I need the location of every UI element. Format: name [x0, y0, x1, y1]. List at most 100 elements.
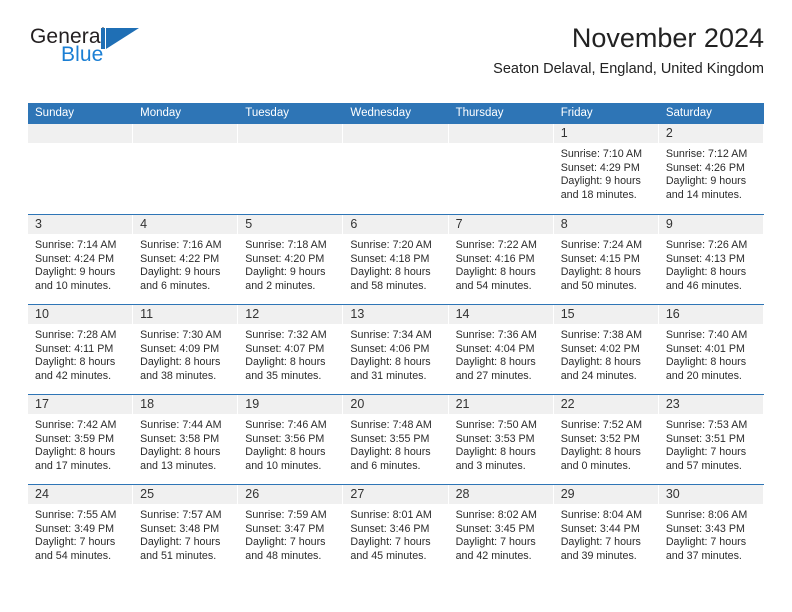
- calendar-day-cell[interactable]: 11 Sunrise: 7:30 AM Sunset: 4:09 PM Dayligh…: [133, 305, 239, 394]
- calendar-day-cell[interactable]: 25 Sunrise: 7:57 AM Sunset: 3:48 PM Dayligh…: [133, 485, 239, 574]
- location-subtitle: Seaton Delaval, England, United Kingdom: [493, 61, 764, 78]
- day-detail-line: Sunset: 4:26 PM: [665, 161, 745, 174]
- calendar-day-cell[interactable]: 7 Sunrise: 7:22 AM Sunset: 4:16 PM Daylight…: [448, 215, 554, 304]
- calendar-day-cell[interactable]: 29 Sunrise: 8:04 AM Sunset: 3:44 PM Dayligh…: [553, 485, 659, 574]
- day-detail-line: Sunset: 3:51 PM: [665, 432, 745, 445]
- calendar-day-cell[interactable]: 5 Sunrise: 7:18 AM Sunset: 4:20 PM Daylight…: [238, 215, 344, 304]
- day-detail-line: Daylight: 8 hours: [140, 356, 221, 369]
- calendar-day-cell[interactable]: 8 Sunrise: 7:24 AM Sunset: 4:15 PM Daylight…: [553, 215, 659, 304]
- calendar-day-cell[interactable]: 24 Sunrise: 7:55 AM Sunset: 3:49 PM Dayligh…: [28, 485, 134, 574]
- calendar-day-cell[interactable]: 28 Sunrise: 8:02 AM Sunset: 3:45 PM Dayligh…: [448, 485, 554, 574]
- day-detail-line: Sunset: 4:04 PM: [455, 342, 535, 355]
- brand-logo[interactable]: General Blue: [30, 26, 210, 74]
- day-detail-line: and 35 minutes.: [245, 369, 322, 382]
- weekday-header-friday: Friday: [560, 107, 593, 119]
- day-detail-line: Sunset: 3:56 PM: [245, 432, 325, 445]
- day-number: 24: [28, 485, 133, 504]
- calendar-day-cell-empty: [238, 124, 344, 214]
- calendar-day-cell[interactable]: 17 Sunrise: 7:42 AM Sunset: 3:59 PM Dayligh…: [28, 395, 134, 484]
- calendar-day-cell[interactable]: 6 Sunrise: 7:20 AM Sunset: 4:18 PM Daylight…: [343, 215, 449, 304]
- day-detail-line: and 37 minutes.: [665, 549, 742, 562]
- day-details: Sunrise: 7:18 AM Sunset: 4:20 PM Daylight:…: [238, 234, 342, 293]
- day-detail-line: Sunrise: 7:32 AM: [245, 329, 327, 341]
- day-detail-line: Daylight: 9 hours: [245, 266, 326, 279]
- calendar-day-cell[interactable]: 23 Sunrise: 7:53 AM Sunset: 3:51 PM Dayligh…: [658, 395, 764, 484]
- day-detail-line: Daylight: 7 hours: [455, 536, 536, 549]
- calendar-day-cell[interactable]: 22 Sunrise: 7:52 AM Sunset: 3:52 PM Dayligh…: [553, 395, 659, 484]
- day-detail-line: and 10 minutes.: [245, 459, 322, 472]
- day-detail-line: Sunrise: 7:20 AM: [350, 239, 432, 251]
- calendar-day-cell[interactable]: 9 Sunrise: 7:26 AM Sunset: 4:13 PM Daylight…: [658, 215, 764, 304]
- day-detail-line: and 54 minutes.: [35, 549, 112, 562]
- day-details: Sunrise: 7:53 AM Sunset: 3:51 PM Daylight:…: [659, 414, 763, 473]
- day-detail-line: Sunrise: 8:01 AM: [350, 509, 432, 521]
- calendar-week-row: 24 Sunrise: 7:55 AM Sunset: 3:49 PM Dayligh…: [28, 484, 764, 574]
- day-number: 20: [343, 395, 448, 414]
- day-details: [28, 143, 132, 148]
- calendar-day-cell[interactable]: 26 Sunrise: 7:59 AM Sunset: 3:47 PM Dayligh…: [238, 485, 344, 574]
- weekday-header-monday: Monday: [140, 107, 182, 119]
- day-details: Sunrise: 7:52 AM Sunset: 3:52 PM Daylight:…: [554, 414, 658, 473]
- calendar-day-cell[interactable]: 3 Sunrise: 7:14 AM Sunset: 4:24 PM Daylight…: [28, 215, 134, 304]
- calendar-day-cell[interactable]: 10 Sunrise: 7:28 AM Sunset: 4:11 PM Dayligh…: [28, 305, 134, 394]
- day-detail-line: and 0 minutes.: [560, 459, 631, 472]
- day-number: 11: [133, 305, 238, 324]
- day-number: 19: [238, 395, 343, 414]
- calendar-day-cell[interactable]: 1 Sunrise: 7:10 AM Sunset: 4:29 PM Daylight…: [553, 124, 659, 214]
- day-number: 9: [658, 215, 763, 234]
- calendar-day-cell[interactable]: 15 Sunrise: 7:38 AM Sunset: 4:02 PM Dayligh…: [553, 305, 659, 394]
- calendar-week-row: 1 Sunrise: 7:10 AM Sunset: 4:29 PM Daylight…: [28, 124, 764, 214]
- calendar-weeks: 1 Sunrise: 7:10 AM Sunset: 4:29 PM Daylight…: [28, 124, 764, 574]
- day-detail-line: Sunset: 3:49 PM: [35, 522, 115, 535]
- day-detail-line: and 48 minutes.: [245, 549, 322, 562]
- day-detail-line: Daylight: 7 hours: [350, 536, 431, 549]
- page-header: General Blue November 2024 Seaton Delava…: [28, 0, 764, 78]
- calendar-day-cell[interactable]: 18 Sunrise: 7:44 AM Sunset: 3:58 PM Dayligh…: [133, 395, 239, 484]
- day-detail-line: Sunrise: 7:40 AM: [665, 329, 748, 341]
- calendar-day-cell[interactable]: 21 Sunrise: 7:50 AM Sunset: 3:53 PM Dayligh…: [448, 395, 554, 484]
- day-details: Sunrise: 7:38 AM Sunset: 4:02 PM Daylight:…: [554, 324, 658, 383]
- day-detail-line: Sunset: 3:53 PM: [455, 432, 535, 445]
- day-detail-line: and 38 minutes.: [140, 369, 217, 382]
- day-number: 28: [448, 485, 553, 504]
- day-detail-line: Daylight: 8 hours: [455, 356, 536, 369]
- day-detail-line: Sunset: 4:24 PM: [35, 252, 115, 265]
- day-detail-line: and 31 minutes.: [350, 369, 427, 382]
- day-details: Sunrise: 7:40 AM Sunset: 4:01 PM Daylight:…: [659, 324, 763, 383]
- day-details: Sunrise: 7:16 AM Sunset: 4:22 PM Daylight:…: [133, 234, 237, 293]
- calendar-day-cell[interactable]: 27 Sunrise: 8:01 AM Sunset: 3:46 PM Dayligh…: [343, 485, 449, 574]
- day-number: 23: [658, 395, 763, 414]
- calendar-day-cell[interactable]: 20 Sunrise: 7:48 AM Sunset: 3:55 PM Dayligh…: [343, 395, 449, 484]
- day-details: Sunrise: 7:44 AM Sunset: 3:58 PM Daylight:…: [133, 414, 237, 473]
- day-detail-line: Sunrise: 7:34 AM: [350, 329, 432, 341]
- calendar-day-cell[interactable]: 16 Sunrise: 7:40 AM Sunset: 4:01 PM Dayligh…: [658, 305, 764, 394]
- day-detail-line: Daylight: 8 hours: [140, 446, 221, 459]
- day-detail-line: and 42 minutes.: [35, 369, 112, 382]
- day-number: 2: [658, 124, 763, 143]
- day-detail-line: Sunrise: 7:50 AM: [455, 419, 537, 431]
- day-details: Sunrise: 7:14 AM Sunset: 4:24 PM Daylight:…: [28, 234, 132, 293]
- calendar-day-cell[interactable]: 30 Sunrise: 8:06 AM Sunset: 3:43 PM Dayligh…: [658, 485, 764, 574]
- day-details: Sunrise: 7:48 AM Sunset: 3:55 PM Daylight:…: [343, 414, 447, 473]
- day-details: Sunrise: 8:02 AM Sunset: 3:45 PM Daylight:…: [449, 504, 553, 563]
- day-details: [133, 143, 237, 148]
- day-detail-line: Sunset: 4:06 PM: [350, 342, 430, 355]
- day-detail-line: Daylight: 8 hours: [665, 266, 747, 279]
- day-detail-line: Sunset: 3:45 PM: [455, 522, 535, 535]
- day-detail-line: Daylight: 8 hours: [350, 446, 431, 459]
- day-detail-line: Daylight: 8 hours: [455, 446, 536, 459]
- day-detail-line: Daylight: 8 hours: [665, 356, 747, 369]
- calendar-day-cell[interactable]: 13 Sunrise: 7:34 AM Sunset: 4:06 PM Dayligh…: [343, 305, 449, 394]
- calendar-day-cell[interactable]: 19 Sunrise: 7:46 AM Sunset: 3:56 PM Dayligh…: [238, 395, 344, 484]
- calendar-day-cell[interactable]: 12 Sunrise: 7:32 AM Sunset: 4:07 PM Dayligh…: [238, 305, 344, 394]
- weekday-header-row: Sunday Monday Tuesday Wednesday Thursday Frid…: [28, 103, 764, 124]
- calendar-day-cell[interactable]: 2 Sunrise: 7:12 AM Sunset: 4:26 PM Daylight…: [658, 124, 764, 214]
- day-detail-line: Daylight: 7 hours: [245, 536, 326, 549]
- day-detail-line: Daylight: 7 hours: [35, 536, 116, 549]
- day-number: 3: [28, 215, 133, 234]
- day-detail-line: Daylight: 7 hours: [665, 536, 747, 549]
- day-details: Sunrise: 8:06 AM Sunset: 3:43 PM Daylight:…: [659, 504, 763, 563]
- calendar-day-cell[interactable]: 4 Sunrise: 7:16 AM Sunset: 4:22 PM Daylight…: [133, 215, 239, 304]
- calendar-day-cell[interactable]: 14 Sunrise: 7:36 AM Sunset: 4:04 PM Dayligh…: [448, 305, 554, 394]
- day-details: Sunrise: 7:24 AM Sunset: 4:15 PM Daylight:…: [554, 234, 658, 293]
